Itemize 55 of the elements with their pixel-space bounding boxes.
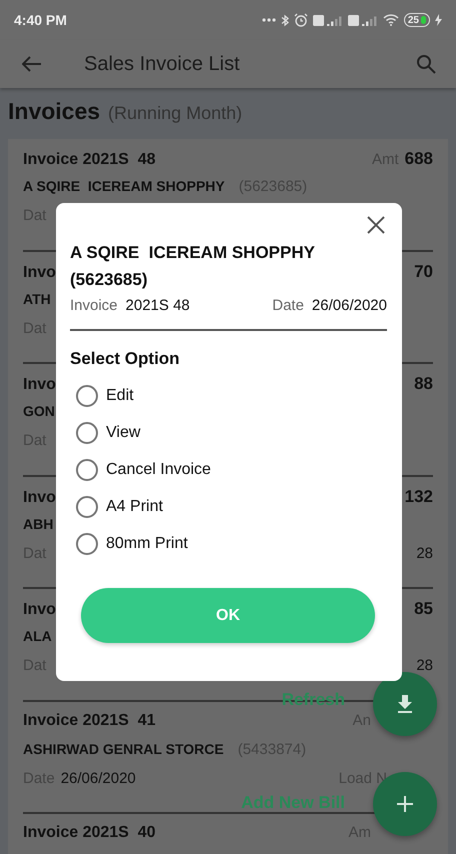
customer-name: ABH	[23, 516, 54, 532]
radio-button[interactable]	[76, 422, 98, 444]
customer-name: ASHIRWAD GENRAL STORCE	[23, 740, 224, 756]
battery-indicator: 25	[404, 13, 430, 27]
signal-icon	[312, 14, 343, 26]
load-value: 28	[416, 657, 433, 674]
option-label[interactable]: Cancel Invoice	[106, 460, 211, 478]
alarm-icon	[294, 13, 308, 27]
date-value: 26/06/2020	[312, 297, 387, 314]
wifi-icon	[382, 14, 399, 26]
invoice-title: Invo	[23, 601, 56, 619]
charging-icon	[435, 14, 442, 26]
amount-value: 88	[414, 374, 433, 394]
invoice-title: Invo	[23, 376, 56, 394]
invoice-number: 2021S 48	[126, 297, 190, 314]
section-title: Invoices	[8, 98, 100, 125]
screen-title: Sales Invoice List	[84, 52, 241, 76]
plus-icon	[396, 795, 414, 813]
date-value: 26/06/2020	[60, 770, 136, 786]
invoice-title: Invo	[23, 488, 56, 506]
option-label[interactable]: 80mm Print	[106, 534, 188, 552]
status-time: 4:40 PM	[14, 12, 67, 28]
date-label: Date	[272, 297, 304, 314]
amount-value: 688	[404, 149, 433, 169]
invoice-title: Invo	[23, 264, 56, 282]
customer-name: ATH	[23, 290, 51, 306]
section-heading: Select Option	[70, 349, 181, 369]
bluetooth-icon	[280, 14, 289, 26]
amount-value: 132	[404, 486, 433, 506]
option-label[interactable]: A4 Print	[106, 498, 163, 516]
radio-button[interactable]	[76, 496, 98, 518]
customer-name: GON	[23, 403, 55, 419]
fab-label: Add New Bill	[241, 793, 345, 813]
customer-name: A SQIRE ICEREAM SHOPPHY	[23, 178, 225, 194]
radio-button[interactable]	[76, 532, 98, 554]
back-arrow-icon[interactable]	[22, 56, 42, 72]
option-label[interactable]: Edit	[106, 386, 134, 404]
amount-value: 70	[414, 262, 433, 282]
close-icon	[366, 215, 386, 235]
load-value: 28	[416, 544, 433, 562]
invoice-title: Invoice 2021S 40	[23, 824, 156, 842]
amount-value: 85	[414, 599, 433, 619]
radio-button[interactable]	[76, 458, 98, 480]
option-label[interactable]: View	[106, 424, 140, 442]
invoice-title: Invoice 2021S 41	[23, 712, 156, 730]
search-icon[interactable]	[416, 54, 436, 74]
signal-icon	[348, 14, 378, 26]
invoice-label: Invoice	[70, 297, 118, 314]
more-dots-icon	[262, 18, 276, 22]
customer-name: ALA	[23, 628, 52, 644]
dialog-title: A SQIRE ICEREAM SHOPPHY (5623685)	[70, 242, 316, 291]
radio-button[interactable]	[76, 384, 98, 406]
invoice-title: Invoice 2021S 48	[23, 151, 156, 169]
download-icon	[396, 694, 414, 714]
fab-label: Refresh	[282, 690, 345, 710]
